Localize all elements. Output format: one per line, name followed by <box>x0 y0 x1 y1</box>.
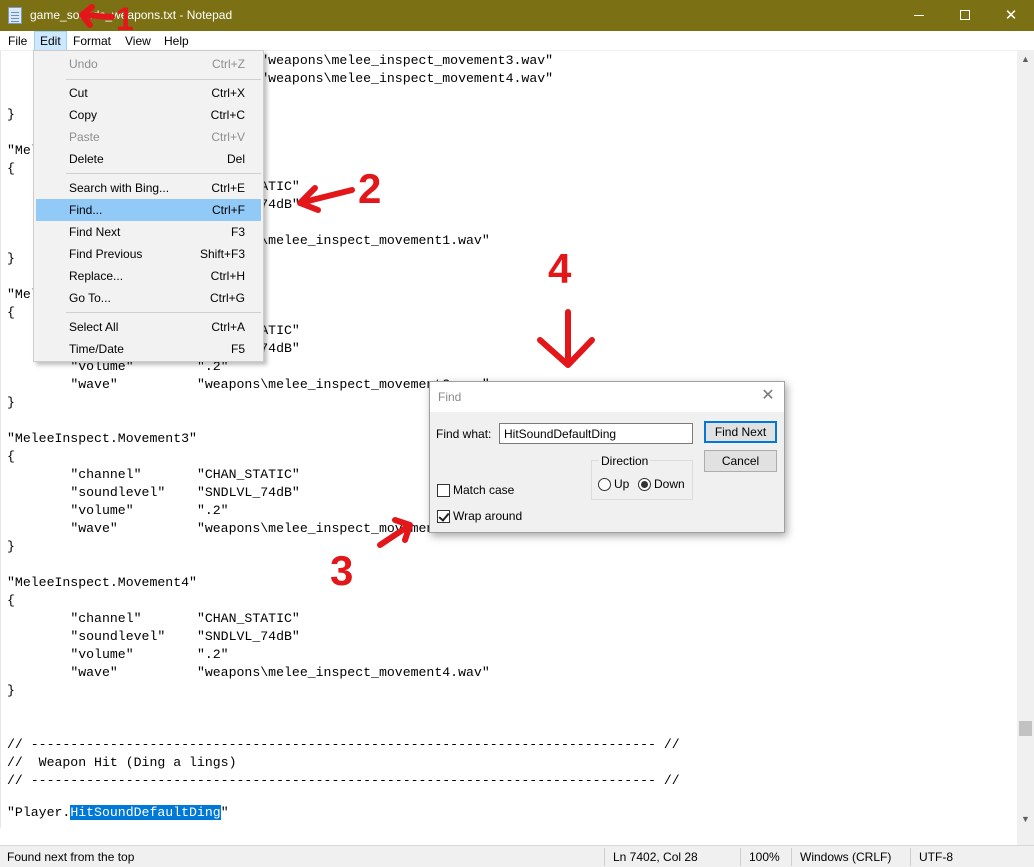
menu-separator <box>66 79 261 80</box>
status-line-endings: Windows (CRLF) <box>800 850 892 864</box>
status-position: Ln 7402, Col 28 <box>613 850 698 864</box>
direction-down-label[interactable]: Down <box>654 477 685 491</box>
code-line: "volume" ".2" <box>7 503 229 518</box>
code-line: // -------------------------------------… <box>7 737 680 752</box>
code-line: "MeleeInspect.Movement4" <box>7 575 197 590</box>
menu-time-date[interactable]: Time/Date F5 <box>36 338 261 360</box>
direction-label: Direction <box>599 454 651 468</box>
direction-up-label[interactable]: Up <box>614 477 629 491</box>
menu-go-to[interactable]: Go To... Ctrl+G <box>36 287 261 309</box>
code-line: } <box>7 683 15 698</box>
match-case-label[interactable]: Match case <box>453 483 514 497</box>
find-next-button[interactable]: Find Next <box>704 421 777 443</box>
vertical-scrollbar[interactable]: ▲ ▼ <box>1017 51 1034 828</box>
menu-cut[interactable]: Cut Ctrl+X <box>36 82 261 104</box>
code-line: "wave" "weapons\melee_inspect_movement4.… <box>7 665 490 680</box>
code-line: "channel" "CHAN_STATIC" <box>7 467 300 482</box>
find-what-label: Find what: <box>436 427 492 441</box>
code-line: } <box>7 107 15 122</box>
menu-bar: File Edit Format View Help <box>0 31 1034 51</box>
menu-paste[interactable]: Paste Ctrl+V <box>36 126 261 148</box>
status-message: Found next from the top <box>7 850 135 864</box>
menu-select-all[interactable]: Select All Ctrl+A <box>36 316 261 338</box>
match-case-checkbox[interactable] <box>437 484 450 497</box>
menu-edit[interactable]: Edit <box>34 31 67 51</box>
menu-copy[interactable]: Copy Ctrl+C <box>36 104 261 126</box>
menu-separator <box>66 173 261 174</box>
scroll-down-icon[interactable]: ▼ <box>1017 811 1034 828</box>
code-line: } <box>7 539 15 554</box>
find-dialog-title: Find <box>438 390 462 404</box>
code-line: "soundlevel" "SNDLVL_74dB" <box>7 485 300 500</box>
selected-text: HitSoundDefaultDing <box>70 805 221 820</box>
code-line: // -------------------------------------… <box>7 773 680 788</box>
status-divider <box>791 848 792 866</box>
menu-delete[interactable]: Delete Del <box>36 148 261 170</box>
minimize-button[interactable] <box>896 0 942 31</box>
window-title: game_sounds_weapons.txt - Notepad <box>30 8 233 22</box>
code-line: "wave" "weapons\melee_inspect_movement3.… <box>7 521 490 536</box>
line-prefix: "Player. <box>7 805 71 820</box>
menu-help[interactable]: Help <box>159 31 194 51</box>
scrollbar-corner <box>1017 828 1034 845</box>
maximize-icon <box>960 10 970 20</box>
menu-find-next[interactable]: Find Next F3 <box>36 221 261 243</box>
maximize-button[interactable] <box>942 0 988 31</box>
status-divider <box>604 848 605 866</box>
close-button[interactable]: ✕ <box>988 0 1034 31</box>
scroll-up-icon[interactable]: ▲ <box>1017 51 1034 68</box>
selected-line: "Player.HitSoundDefaultDing" <box>7 804 229 822</box>
menu-undo[interactable]: Undo Ctrl+Z <box>36 53 261 75</box>
code-line: "channel" "CHAN_STATIC" <box>7 611 300 626</box>
wrap-around-label[interactable]: Wrap around <box>453 509 522 523</box>
code-line: { <box>7 449 15 464</box>
edit-menu-dropdown: Undo Ctrl+Z Cut Ctrl+X Copy Ctrl+C Paste Ctr… <box>33 50 264 362</box>
status-divider <box>910 848 911 866</box>
direction-up-radio[interactable] <box>598 478 611 491</box>
menu-find[interactable]: Find... Ctrl+F <box>36 199 261 221</box>
code-line: "soundlevel" "SNDLVL_74dB" <box>7 629 300 644</box>
cancel-button[interactable]: Cancel <box>704 450 777 472</box>
code-line: } <box>7 251 15 266</box>
minimize-icon <box>914 15 924 16</box>
code-line: "MeleeInspect.Movement3" <box>7 431 197 446</box>
menu-format[interactable]: Format <box>68 31 116 51</box>
close-icon: ✕ <box>1004 7 1018 24</box>
code-line: } <box>7 395 15 410</box>
code-line: { <box>7 593 15 608</box>
status-encoding: UTF-8 <box>919 850 953 864</box>
line-suffix: " <box>220 805 229 820</box>
status-zoom: 100% <box>749 850 780 864</box>
menu-search-bing[interactable]: Search with Bing... Ctrl+E <box>36 177 261 199</box>
menu-view[interactable]: View <box>120 31 156 51</box>
menu-find-previous[interactable]: Find Previous Shift+F3 <box>36 243 261 265</box>
title-bar: game_sounds_weapons.txt - Notepad ✕ <box>0 0 1034 31</box>
wrap-around-checkbox[interactable] <box>437 510 450 523</box>
code-line: "wave" "weapons\melee_inspect_movement2.… <box>7 377 490 392</box>
notepad-icon <box>8 7 22 24</box>
find-dialog: Find ✕ Find what: Find Next Cancel Direc… <box>429 381 785 533</box>
status-bar: Found next from the top Ln 7402, Col 28 … <box>0 845 1034 867</box>
code-line: // Weapon Hit (Ding a lings) <box>7 755 237 770</box>
find-dialog-titlebar[interactable]: Find ✕ <box>430 382 784 412</box>
menu-replace[interactable]: Replace... Ctrl+H <box>36 265 261 287</box>
direction-down-radio[interactable] <box>638 478 651 491</box>
scroll-thumb[interactable] <box>1019 721 1032 736</box>
menu-file[interactable]: File <box>3 31 32 51</box>
find-what-input[interactable] <box>499 423 693 444</box>
menu-separator <box>66 312 261 313</box>
code-line: { <box>7 305 15 320</box>
code-line: "volume" ".2" <box>7 647 229 662</box>
close-icon[interactable]: ✕ <box>760 388 776 404</box>
status-divider <box>740 848 741 866</box>
code-line: { <box>7 161 15 176</box>
